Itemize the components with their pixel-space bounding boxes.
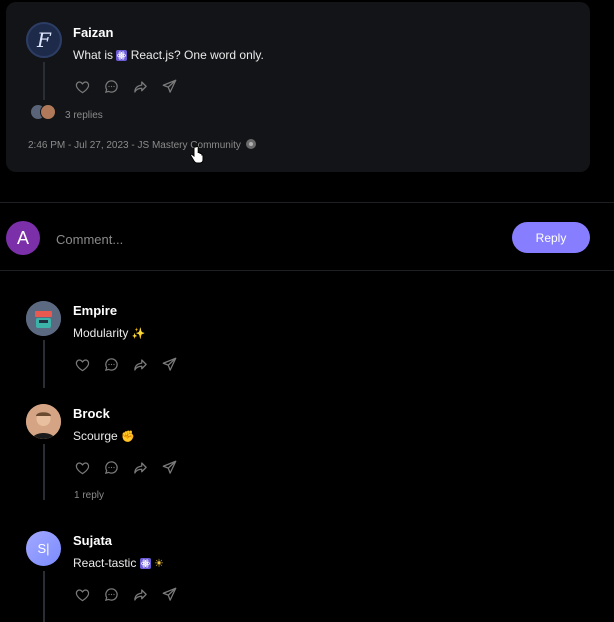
thread-actions [74, 78, 178, 95]
reply-actions [74, 459, 178, 476]
repost-icon[interactable] [132, 459, 149, 476]
reply-author[interactable]: Empire [73, 303, 117, 318]
reply-author[interactable]: Sujata [73, 533, 112, 548]
thread-card: F Faizan What is React.js? One word only… [6, 2, 590, 172]
author-avatar[interactable]: F [26, 22, 62, 58]
thread-meta: 2:46 PM - Jul 27, 2023 - JS Mastery Comm… [28, 139, 256, 151]
reply-actions [74, 356, 178, 373]
divider-top [0, 202, 614, 203]
reply-avatar-brock[interactable] [26, 404, 61, 439]
heart-icon[interactable] [74, 586, 91, 603]
timestamp-community[interactable]: 2:46 PM - Jul 27, 2023 - JS Mastery Comm… [28, 140, 241, 151]
repost-icon[interactable] [132, 356, 149, 373]
sparkles-icon: ✨ [131, 328, 146, 340]
react-sun-icon: ☀ [154, 558, 164, 570]
reply-thread-line [43, 340, 45, 388]
reply-avatar-sujata[interactable]: S| [26, 531, 61, 566]
reply-avatars[interactable] [30, 104, 60, 122]
reply-author[interactable]: Brock [73, 406, 110, 421]
fist-icon: ✊ [121, 431, 135, 443]
comment-input[interactable] [56, 226, 496, 252]
react-icon [116, 50, 128, 61]
reply-actions [74, 586, 178, 603]
thread-line [43, 62, 45, 100]
reply-icon[interactable] [103, 459, 120, 476]
reply-thread-line [43, 444, 45, 500]
community-icon [245, 139, 256, 149]
reply-avatar [40, 104, 56, 120]
repost-icon[interactable] [132, 78, 149, 95]
current-user-avatar: A [6, 221, 40, 255]
robot-avatar-icon [26, 301, 61, 336]
repost-icon[interactable] [132, 586, 149, 603]
heart-icon[interactable] [74, 356, 91, 373]
replies-count[interactable]: 3 replies [65, 110, 103, 121]
heart-icon[interactable] [74, 459, 91, 476]
avatar-initials: S| [37, 541, 50, 556]
reply-avatar-empire[interactable] [26, 301, 61, 336]
share-icon[interactable] [161, 459, 178, 476]
react-icon [139, 558, 151, 569]
reply-text: React-tastic ☀ [73, 556, 164, 570]
heart-icon[interactable] [74, 78, 91, 95]
reply-icon[interactable] [103, 78, 120, 95]
thread-text: What is React.js? One word only. [73, 48, 264, 62]
share-icon[interactable] [161, 356, 178, 373]
person-avatar-icon [26, 404, 61, 439]
reply-button[interactable]: Reply [512, 222, 590, 253]
reply-icon[interactable] [103, 586, 120, 603]
replies-count[interactable]: 1 reply [74, 490, 104, 501]
reply-icon[interactable] [103, 356, 120, 373]
reply-text: Scourge ✊ [73, 429, 135, 443]
pointer-cursor-icon [190, 146, 204, 164]
author-name[interactable]: Faizan [73, 25, 113, 40]
avatar-letter: F [37, 28, 51, 52]
reply-text: Modularity ✨ [73, 326, 146, 340]
current-user-letter: A [16, 227, 29, 248]
divider-bottom [0, 270, 614, 271]
reply-thread-line [43, 571, 45, 622]
share-icon[interactable] [161, 586, 178, 603]
share-icon[interactable] [161, 78, 178, 95]
